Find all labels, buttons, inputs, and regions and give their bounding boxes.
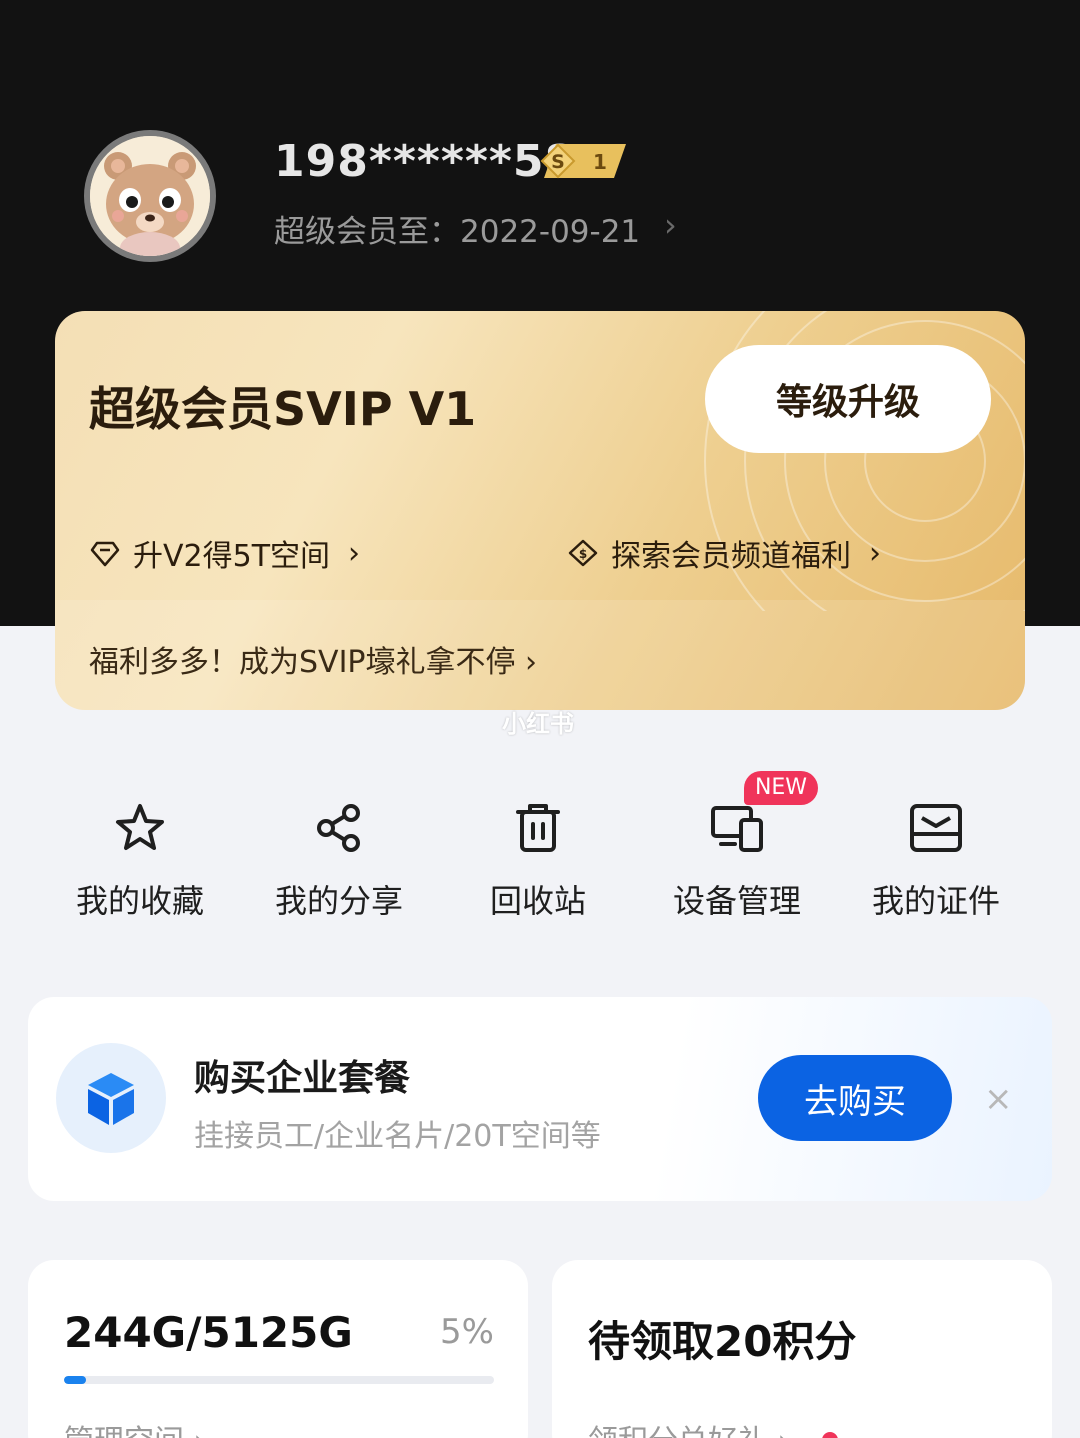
diamond-icon xyxy=(90,541,120,567)
buy-button[interactable]: 去购买 xyxy=(758,1055,952,1141)
svip-card[interactable]: 超级会员SVIP V1 等级升级 升V2得5T空间 › $ 探索会员频道福利 ›… xyxy=(55,311,1025,710)
trash-icon xyxy=(516,804,560,852)
points-title: 待领取20积分 xyxy=(588,1317,857,1366)
upgrade-level-button[interactable]: 等级升级 xyxy=(705,345,991,453)
storage-progress-fill xyxy=(64,1376,86,1384)
points-card[interactable]: 待领取20积分 领积分兑好礼 › xyxy=(552,1260,1052,1438)
action-label: 我的证件 xyxy=(871,882,1000,920)
svip-level-badge: S 1 xyxy=(538,142,630,180)
chevron-right-icon: › xyxy=(348,535,361,571)
storage-progress-bar xyxy=(64,1376,494,1384)
cube-icon xyxy=(88,1073,134,1125)
action-favorites[interactable]: 我的收藏 xyxy=(40,800,240,922)
id-card-icon xyxy=(910,804,962,852)
storage-usage: 244G/5125G xyxy=(64,1308,353,1357)
action-device-management[interactable]: 设备管理 xyxy=(637,800,837,922)
action-label: 我的收藏 xyxy=(75,882,204,920)
action-label: 我的分享 xyxy=(274,882,403,920)
manage-space-link[interactable]: 管理空间 › xyxy=(64,1416,206,1438)
perk-explore-link[interactable]: $ 探索会员频道福利 › xyxy=(567,531,881,575)
action-my-id[interactable]: 我的证件 xyxy=(836,800,1036,922)
username: 198******58 xyxy=(274,136,577,187)
enterprise-promo-card[interactable]: 购买企业套餐 挂接员工/企业名片/20T空间等 去购买 × xyxy=(28,997,1052,1201)
enterprise-title: 购买企业套餐 xyxy=(194,1058,411,1099)
membership-expiry[interactable]: 超级会员至：2022-09-21 xyxy=(274,206,640,251)
perk-upgrade-link[interactable]: 升V2得5T空间 › xyxy=(89,531,360,575)
bear-avatar-icon xyxy=(90,136,210,256)
storage-card[interactable]: 244G/5125G 5% 管理空间 › xyxy=(28,1260,528,1438)
star-icon xyxy=(116,804,164,850)
devices-icon xyxy=(711,806,763,852)
enterprise-icon-wrap xyxy=(56,1043,166,1153)
chevron-right-icon: › xyxy=(664,206,677,244)
coin-diamond-icon: $ xyxy=(568,539,598,567)
perk-upgrade-label: 升V2得5T空间 xyxy=(133,539,331,574)
action-shares[interactable]: 我的分享 xyxy=(239,800,439,922)
notification-dot xyxy=(822,1432,838,1438)
close-icon[interactable]: × xyxy=(984,1079,1013,1119)
svg-text:S: S xyxy=(551,151,565,173)
level-number: 1 xyxy=(593,150,607,174)
action-label: 回收站 xyxy=(489,882,586,920)
redeem-points-link[interactable]: 领积分兑好礼 › xyxy=(588,1416,790,1438)
storage-percent: 5% xyxy=(440,1312,494,1352)
perk-explore-label: 探索会员频道福利 xyxy=(611,539,851,574)
share-icon xyxy=(317,804,360,852)
svg-text:$: $ xyxy=(579,547,587,561)
watermark: 小红书 xyxy=(502,710,574,738)
svip-title: 超级会员SVIP V1 xyxy=(89,382,477,436)
action-label: 设备管理 xyxy=(672,882,801,920)
quick-actions: 我的收藏 我的分享 回收站 设备管理 我的证件 xyxy=(40,800,1040,930)
enterprise-subtitle: 挂接员工/企业名片/20T空间等 xyxy=(194,1119,601,1154)
new-badge: NEW xyxy=(744,771,818,805)
benefit-strip-text: 福利多多！成为SVIP壕礼拿不停 › xyxy=(89,645,538,680)
avatar[interactable] xyxy=(84,130,216,262)
action-recycle-bin[interactable]: 回收站 xyxy=(438,800,638,922)
chevron-right-icon: › xyxy=(869,535,881,571)
